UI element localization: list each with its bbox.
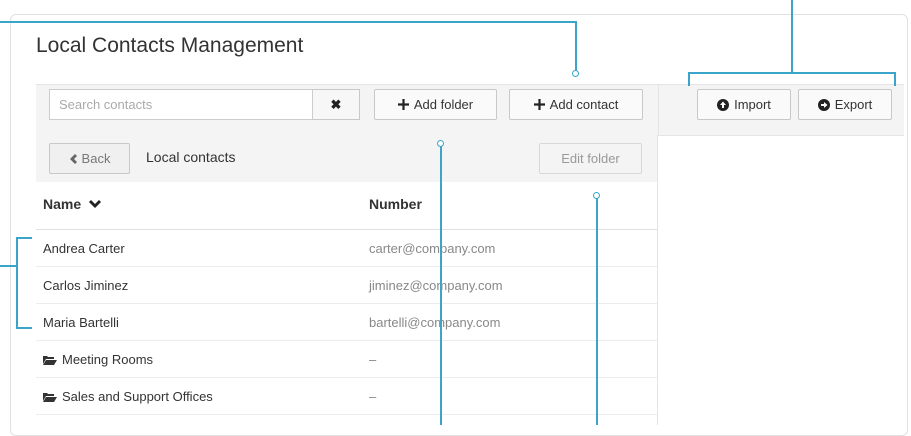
folder-name: Sales and Support Offices: [62, 389, 213, 404]
callout-dot: [437, 140, 444, 147]
chevron-left-icon: [69, 153, 77, 164]
plus-icon: [533, 99, 545, 110]
contact-name: Andrea Carter: [43, 241, 125, 256]
callout-line: [894, 72, 896, 86]
callout-line: [575, 21, 577, 71]
table-row[interactable]: Maria Bartelli bartelli@company.com: [36, 304, 657, 341]
edit-folder-label: Edit folder: [561, 151, 620, 166]
table-row[interactable]: Sales and Support Offices –: [36, 378, 657, 415]
import-button[interactable]: Import: [697, 89, 791, 120]
circle-arrow-right-icon: [817, 98, 830, 111]
add-contact-button[interactable]: Add contact: [509, 89, 643, 120]
edit-folder-button[interactable]: Edit folder: [539, 143, 642, 174]
table-row[interactable]: Andrea Carter carter@company.com: [36, 230, 657, 267]
add-folder-button[interactable]: Add folder: [374, 89, 497, 120]
callout-line: [16, 237, 32, 239]
back-button[interactable]: Back: [49, 143, 130, 174]
add-contact-label: Add contact: [549, 97, 619, 112]
export-label: Export: [834, 97, 873, 112]
close-icon: ✖: [330, 96, 342, 112]
folder-open-icon: [43, 356, 57, 365]
back-label: Back: [81, 151, 111, 166]
callout-line: [688, 72, 690, 86]
column-header-name[interactable]: Name: [43, 196, 102, 212]
contact-name: Maria Bartelli: [43, 315, 119, 330]
toolbar-divider: [658, 84, 659, 134]
export-button[interactable]: Export: [798, 89, 892, 120]
search-input[interactable]: [49, 89, 313, 120]
callout-line: [0, 21, 575, 23]
import-label: Import: [734, 97, 771, 112]
folder-name: Meeting Rooms: [62, 352, 154, 367]
add-folder-label: Add folder: [413, 97, 474, 112]
callout-line: [0, 265, 16, 267]
folder-number: –: [369, 389, 377, 404]
callout-dot: [572, 70, 579, 77]
contact-number: jiminez@company.com: [369, 278, 503, 293]
callout-line: [16, 327, 32, 329]
contact-number: carter@company.com: [369, 241, 496, 256]
plus-icon: [397, 99, 409, 110]
table-row[interactable]: Meeting Rooms –: [36, 341, 657, 378]
callout-line: [440, 144, 442, 425]
folder-open-icon: [43, 393, 57, 402]
contact-number: bartelli@company.com: [369, 315, 501, 330]
folder-number: –: [369, 352, 377, 367]
callout-line: [596, 196, 598, 425]
callout-line: [791, 0, 793, 72]
chevron-down-icon: [89, 200, 102, 208]
table-row[interactable]: Carlos Jiminez jiminez@company.com: [36, 267, 657, 304]
breadcrumb: Local contacts: [146, 149, 236, 165]
circle-arrow-up-icon: [717, 98, 730, 111]
callout-dot: [593, 192, 600, 199]
callout-line: [16, 237, 18, 328]
page-title: Local Contacts Management: [36, 34, 304, 57]
column-name-label: Name: [43, 196, 82, 212]
contact-name: Carlos Jiminez: [43, 278, 129, 293]
column-header-number: Number: [369, 196, 422, 212]
clear-search-button[interactable]: ✖: [313, 89, 360, 120]
callout-line: [688, 72, 895, 74]
